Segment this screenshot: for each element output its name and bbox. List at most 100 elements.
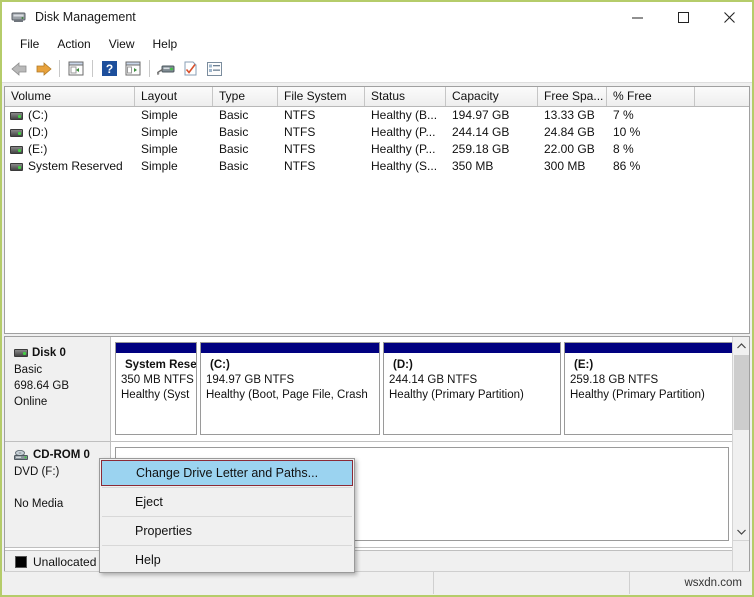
maximize-button[interactable] <box>660 2 706 32</box>
minimize-button[interactable] <box>614 2 660 32</box>
volume-list-pane: Volume Layout Type File System Status Ca… <box>4 86 750 334</box>
menu-view[interactable]: View <box>100 35 144 53</box>
partition-name: System Rese <box>121 358 196 373</box>
toolbar: ? <box>2 55 752 83</box>
file-system-cell: NTFS <box>278 141 365 158</box>
scroll-up-icon[interactable] <box>733 337 750 354</box>
type-cell: Basic <box>213 158 278 175</box>
column-header-percent-free[interactable]: % Free <box>607 87 695 106</box>
legend-unallocated-label: Unallocated <box>33 555 96 569</box>
scroll-down-icon[interactable] <box>733 523 750 540</box>
column-header-volume[interactable]: Volume <box>5 87 135 106</box>
type-cell: Basic <box>213 141 278 158</box>
partition-status: Healthy (Primary Partition) <box>389 388 560 403</box>
disk-management-icon <box>11 9 27 25</box>
ctx-properties[interactable]: Properties <box>100 517 354 545</box>
volume-cell: (C:) <box>5 107 135 124</box>
volume-table-header: Volume Layout Type File System Status Ca… <box>5 87 749 107</box>
cdrom0-info[interactable]: CD-ROM 0 DVD (F:) No Media <box>5 442 111 547</box>
help-icon[interactable]: ? <box>97 58 121 80</box>
show-hide-console-tree-icon[interactable] <box>64 58 88 80</box>
disk-row-disk0[interactable]: Disk 0 Basic 698.64 GB Online System Res… <box>5 337 732 442</box>
properties-icon[interactable] <box>178 58 202 80</box>
volume-cell: System Reserved <box>5 158 135 175</box>
partition-status: Healthy (Boot, Page File, Crash <box>206 388 379 403</box>
menu-help[interactable]: Help <box>144 35 187 53</box>
partition-body: (C:) 194.97 GB NTFS Healthy (Boot, Page … <box>201 354 379 403</box>
forward-icon[interactable] <box>31 58 55 80</box>
status-left <box>4 572 434 594</box>
file-system-cell: NTFS <box>278 107 365 124</box>
table-row[interactable]: System Reserved Simple Basic NTFS Health… <box>5 158 749 175</box>
partition-name: (D:) <box>389 358 560 373</box>
drive-icon <box>10 163 23 171</box>
ctx-help[interactable]: Help <box>100 546 354 574</box>
ctx-change-drive-letter[interactable]: Change Drive Letter and Paths... <box>101 460 353 486</box>
title-bar: Disk Management <box>2 2 752 32</box>
disk0-info[interactable]: Disk 0 Basic 698.64 GB Online <box>5 337 111 441</box>
file-system-cell: NTFS <box>278 124 365 141</box>
show-hide-action-pane-icon[interactable] <box>121 58 145 80</box>
column-header-type[interactable]: Type <box>213 87 278 106</box>
partition-size-fs: 350 MB NTFS <box>121 373 196 388</box>
status-cell: Healthy (B... <box>365 107 446 124</box>
percent-free-cell: 86 % <box>607 158 695 175</box>
table-row[interactable]: (D:) Simple Basic NTFS Healthy (P... 244… <box>5 124 749 141</box>
partition-status: Healthy (Primary Partition) <box>570 388 732 403</box>
disk0-partitions: System Rese 350 MB NTFS Healthy (Syst (C… <box>111 337 732 441</box>
cdrom0-size <box>14 480 110 496</box>
menu-file[interactable]: File <box>11 35 48 53</box>
partition-body: System Rese 350 MB NTFS Healthy (Syst <box>116 354 196 403</box>
drive-icon <box>10 146 23 154</box>
disk-icon <box>14 349 28 357</box>
column-header-file-system[interactable]: File System <box>278 87 365 106</box>
menu-action[interactable]: Action <box>48 35 99 53</box>
column-header-status[interactable]: Status <box>365 87 446 106</box>
scrollbar-track-lower[interactable] <box>733 540 750 572</box>
volume-name: (E:) <box>28 141 47 158</box>
partition-d[interactable]: (D:) 244.14 GB NTFS Healthy (Primary Par… <box>383 342 561 435</box>
volume-name: (D:) <box>28 124 48 141</box>
status-right-watermark: wsxdn.com <box>630 572 750 594</box>
disk0-size: 698.64 GB <box>14 378 110 394</box>
ctx-eject[interactable]: Eject <box>100 488 354 516</box>
partition-c[interactable]: (C:) 194.97 GB NTFS Healthy (Boot, Page … <box>200 342 380 435</box>
partition-size-fs: 259.18 GB NTFS <box>570 373 732 388</box>
type-cell: Basic <box>213 124 278 141</box>
partition-system-reserved[interactable]: System Rese 350 MB NTFS Healthy (Syst <box>115 342 197 435</box>
layout-cell: Simple <box>135 107 213 124</box>
partition-body: (D:) 244.14 GB NTFS Healthy (Primary Par… <box>384 354 560 403</box>
disk0-type: Basic <box>14 362 110 378</box>
scrollbar-thumb[interactable] <box>734 355 749 430</box>
column-header-filler <box>695 87 749 106</box>
partition-e[interactable]: (E:) 259.18 GB NTFS Healthy (Primary Par… <box>564 342 732 435</box>
layout-cell: Simple <box>135 124 213 141</box>
cdrom0-title-row: CD-ROM 0 <box>14 447 110 463</box>
percent-free-cell: 7 % <box>607 107 695 124</box>
disk-management-window: Disk Management File Action View Help <box>0 0 754 597</box>
toolbar-separator <box>59 60 60 77</box>
status-middle <box>434 572 630 594</box>
column-header-capacity[interactable]: Capacity <box>446 87 538 106</box>
legend-unallocated-swatch <box>15 556 27 568</box>
graphic-pane-scrollbar[interactable] <box>732 337 749 572</box>
free-space-cell: 22.00 GB <box>538 141 607 158</box>
partition-status: Healthy (Syst <box>121 388 196 403</box>
disk0-title-row: Disk 0 <box>14 345 110 361</box>
volume-name: System Reserved <box>28 158 123 175</box>
cdrom0-type: DVD (F:) <box>14 464 110 480</box>
partition-capacity-bar <box>565 343 732 354</box>
column-header-free-space[interactable]: Free Spa... <box>538 87 607 106</box>
back-icon[interactable] <box>7 58 31 80</box>
rescan-disks-icon[interactable] <box>154 58 178 80</box>
layout-cell: Simple <box>135 141 213 158</box>
percent-free-cell: 8 % <box>607 141 695 158</box>
status-cell: Healthy (P... <box>365 124 446 141</box>
status-bar: wsxdn.com <box>4 571 750 593</box>
capacity-cell: 350 MB <box>446 158 538 175</box>
close-button[interactable] <box>706 2 752 32</box>
table-row[interactable]: (E:) Simple Basic NTFS Healthy (P... 259… <box>5 141 749 158</box>
table-row[interactable]: (C:) Simple Basic NTFS Healthy (B... 194… <box>5 107 749 124</box>
column-header-layout[interactable]: Layout <box>135 87 213 106</box>
list-view-icon[interactable] <box>202 58 226 80</box>
